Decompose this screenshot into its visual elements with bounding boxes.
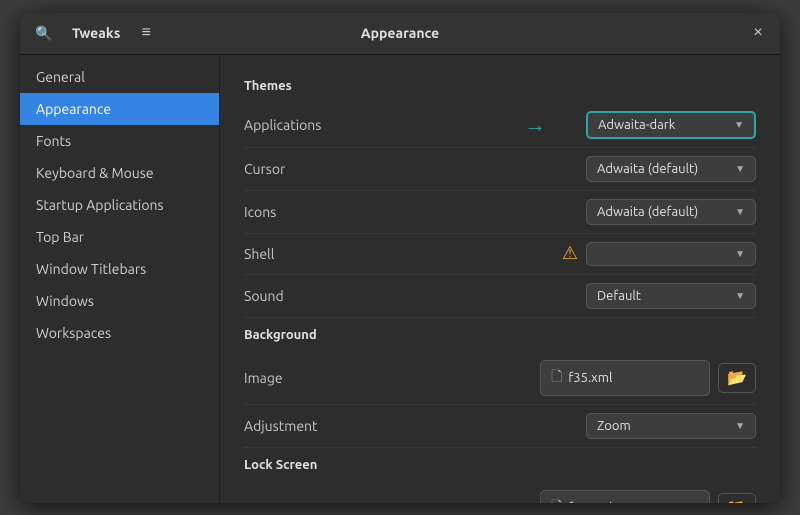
folder-icon: 📂 — [727, 370, 747, 387]
shell-label: Shell — [244, 246, 556, 262]
icons-dropdown-chevron: ▼ — [735, 206, 745, 218]
sound-dropdown-value: Default — [597, 289, 641, 303]
bg-adjustment-dropdown[interactable]: Zoom ▼ — [586, 413, 756, 439]
ls-image-control: 🗋 f35.xml 📂 — [540, 490, 756, 503]
ls-image-browse-btn[interactable]: 📂 — [718, 493, 756, 503]
bg-file-icon: 🗋 — [551, 366, 562, 390]
sidebar-item-windows[interactable]: Windows — [20, 285, 219, 317]
icons-row: Icons Adwaita (default) ▼ — [244, 191, 756, 234]
search-button[interactable]: 🔍 — [28, 19, 60, 47]
shell-control: ⚠ ▼ — [556, 242, 756, 266]
annotation-arrow: → — [524, 112, 546, 138]
cursor-dropdown-chevron: ▼ — [735, 163, 745, 175]
titlebar-left: 🔍 Tweaks ≡ — [28, 19, 228, 47]
sound-label: Sound — [244, 288, 556, 304]
icons-dropdown[interactable]: Adwaita (default) ▼ — [586, 199, 756, 225]
search-icon: 🔍 — [35, 25, 52, 42]
cursor-dropdown[interactable]: Adwaita (default) ▼ — [586, 156, 756, 182]
shell-dropdown[interactable]: ▼ — [586, 242, 756, 266]
sidebar-item-appearance[interactable]: Appearance — [20, 93, 219, 125]
sound-dropdown[interactable]: Default ▼ — [586, 283, 756, 309]
lock-screen-section-title: Lock Screen — [244, 458, 756, 472]
applications-dropdown-value: Adwaita-dark — [598, 118, 675, 132]
titlebar: 🔍 Tweaks ≡ Appearance × — [20, 13, 780, 55]
cursor-label: Cursor — [244, 161, 556, 177]
menu-icon: ≡ — [142, 24, 151, 42]
main-content: Themes Applications → Adwaita-dark ▼ Cur… — [220, 55, 780, 503]
sidebar-item-startup-applications[interactable]: Startup Applications — [20, 189, 219, 221]
bg-image-file-btn[interactable]: 🗋 f35.xml — [540, 360, 710, 396]
applications-row: Applications → Adwaita-dark ▼ — [244, 103, 756, 148]
icons-label: Icons — [244, 204, 556, 220]
page-title: Appearance — [361, 25, 439, 41]
applications-dropdown[interactable]: Adwaita-dark ▼ — [586, 111, 756, 139]
bg-image-control: 🗋 f35.xml 📂 — [540, 360, 756, 396]
ls-image-row: Image 🗋 f35.xml 📂 — [244, 482, 756, 503]
ls-image-value: f35.xml — [568, 501, 612, 503]
sidebar: General Appearance Fonts Keyboard & Mous… — [20, 55, 220, 503]
menu-button[interactable]: ≡ — [132, 19, 160, 47]
applications-control: Adwaita-dark ▼ — [556, 111, 756, 139]
close-icon: × — [753, 24, 762, 42]
ls-folder-icon: 📂 — [727, 500, 747, 503]
shell-row: Shell ⚠ ▼ — [244, 234, 756, 275]
ls-image-label: Image — [244, 500, 540, 503]
applications-label: Applications — [244, 117, 524, 133]
sidebar-item-keyboard-mouse[interactable]: Keyboard & Mouse — [20, 157, 219, 189]
cursor-control: Adwaita (default) ▼ — [556, 156, 756, 182]
icons-control: Adwaita (default) ▼ — [556, 199, 756, 225]
warning-icon: ⚠ — [562, 243, 578, 264]
sound-dropdown-chevron: ▼ — [735, 290, 745, 302]
bg-image-row: Image 🗋 f35.xml 📂 — [244, 352, 756, 405]
ls-image-file-btn[interactable]: 🗋 f35.xml — [540, 490, 710, 503]
cursor-row: Cursor Adwaita (default) ▼ — [244, 148, 756, 191]
bg-adjustment-row: Adjustment Zoom ▼ — [244, 405, 756, 448]
applications-dropdown-chevron: ▼ — [734, 119, 744, 131]
bg-adjustment-label: Adjustment — [244, 418, 556, 434]
sidebar-item-top-bar[interactable]: Top Bar — [20, 221, 219, 253]
sound-row: Sound Default ▼ — [244, 275, 756, 318]
bg-adjustment-value: Zoom — [597, 419, 631, 433]
sidebar-item-general[interactable]: General — [20, 61, 219, 93]
cursor-dropdown-value: Adwaita (default) — [597, 162, 698, 176]
sidebar-item-window-titlebars[interactable]: Window Titlebars — [20, 253, 219, 285]
sound-control: Default ▼ — [556, 283, 756, 309]
bg-image-value: f35.xml — [568, 371, 612, 385]
bg-adjustment-control: Zoom ▼ — [556, 413, 756, 439]
close-button[interactable]: × — [744, 19, 772, 47]
bg-adjustment-chevron: ▼ — [735, 420, 745, 432]
shell-dropdown-chevron: ▼ — [735, 248, 745, 260]
themes-section-title: Themes — [244, 79, 756, 93]
sidebar-item-fonts[interactable]: Fonts — [20, 125, 219, 157]
app-window: 🔍 Tweaks ≡ Appearance × General Appearan… — [20, 13, 780, 503]
content-area: General Appearance Fonts Keyboard & Mous… — [20, 55, 780, 503]
icons-dropdown-value: Adwaita (default) — [597, 205, 698, 219]
sidebar-item-workspaces[interactable]: Workspaces — [20, 317, 219, 349]
bg-image-browse-btn[interactable]: 📂 — [718, 363, 756, 393]
bg-image-label: Image — [244, 370, 540, 386]
ls-file-icon: 🗋 — [551, 496, 562, 503]
background-section-title: Background — [244, 328, 756, 342]
app-name: Tweaks — [66, 25, 126, 41]
